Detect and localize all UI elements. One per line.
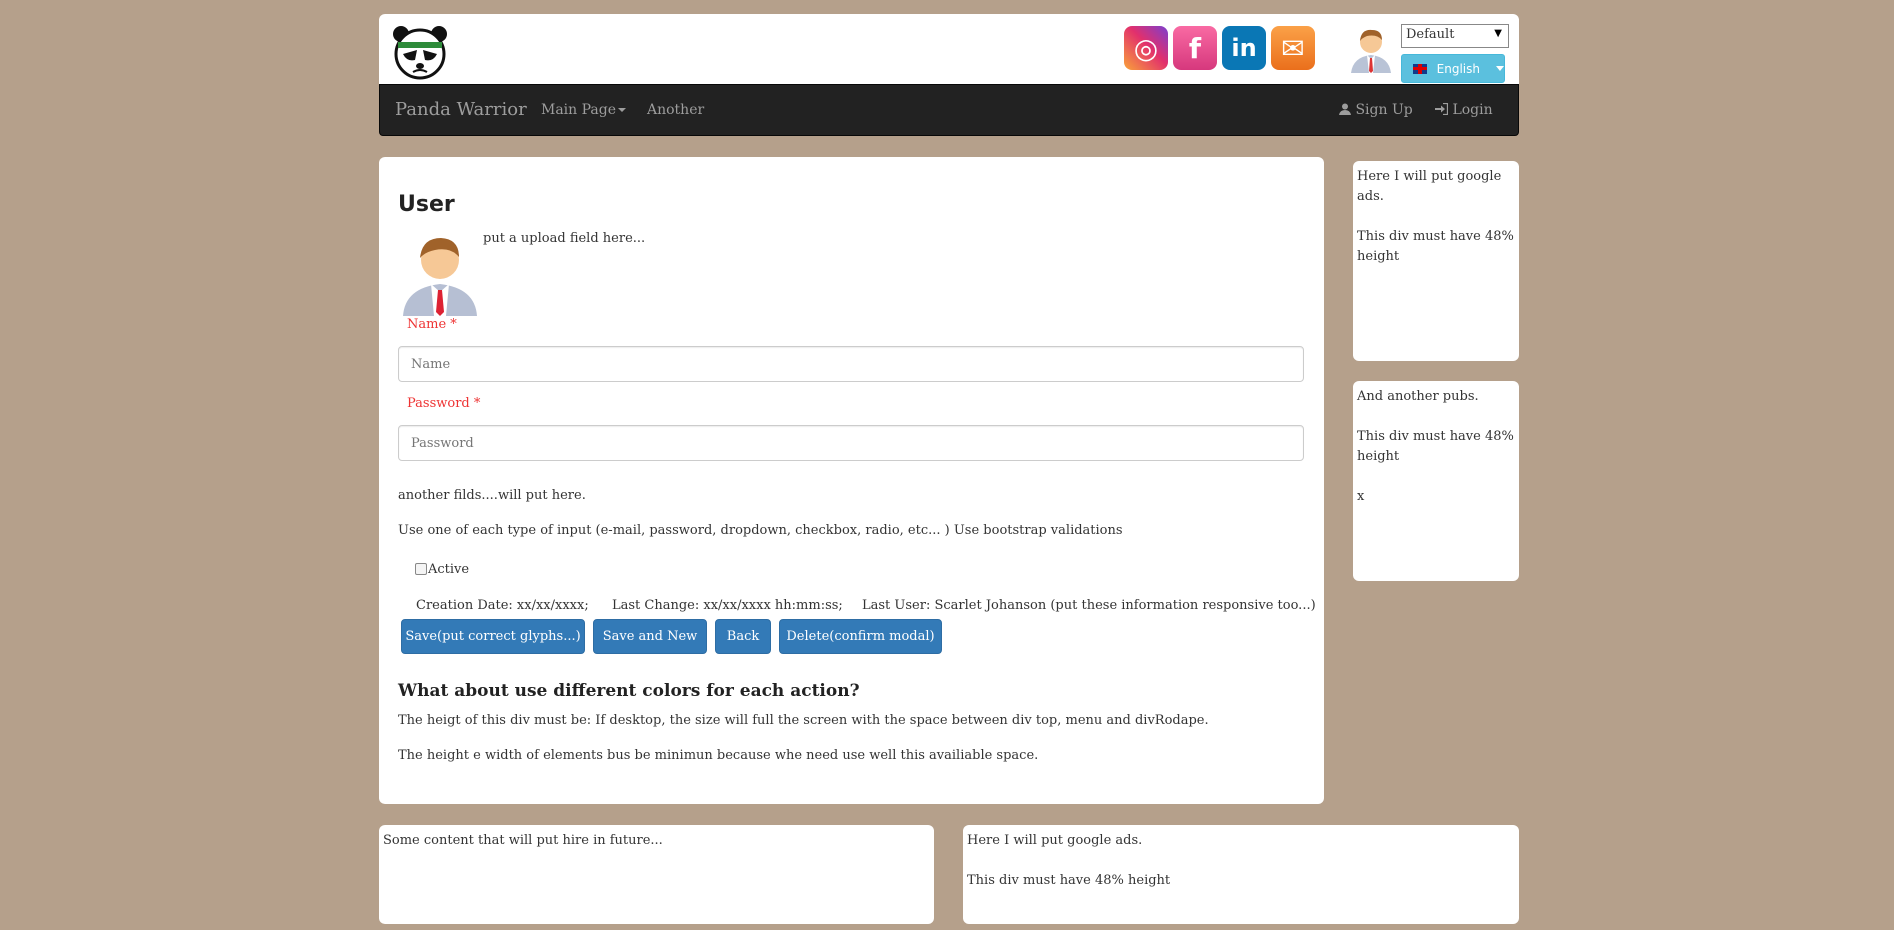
ad-text: This div must have 48% height bbox=[1357, 429, 1514, 464]
nav-main-page-dropdown[interactable]: Main Page bbox=[541, 85, 627, 135]
ad-text: And another pubs. bbox=[1357, 389, 1479, 404]
uk-flag-icon bbox=[1413, 63, 1427, 74]
language-label: English bbox=[1436, 61, 1480, 76]
ad-text: x bbox=[1357, 489, 1365, 504]
user-photo-icon bbox=[401, 230, 479, 316]
upload-placeholder-text: put a upload field here... bbox=[483, 231, 646, 246]
active-checkbox[interactable] bbox=[415, 563, 427, 575]
user-icon bbox=[1339, 102, 1355, 118]
another-fields-note: another filds....will put here. bbox=[398, 488, 586, 503]
caret-down-icon bbox=[618, 108, 627, 112]
header: ◎ f in ✉ Default ▼ English bbox=[379, 14, 1519, 85]
ad-text: This div must have 48% height bbox=[967, 873, 1171, 888]
ad-text: Here I will put google ads. bbox=[1357, 169, 1502, 204]
nav-another-link[interactable]: Another bbox=[647, 85, 704, 135]
nav-login-link[interactable]: Login bbox=[1435, 85, 1493, 135]
save-button[interactable]: Save(put correct glyphs...) bbox=[401, 619, 585, 654]
save-and-new-button[interactable]: Save and New bbox=[593, 619, 707, 654]
ad-box-right-bottom: And another pubs. This div must have 48%… bbox=[1353, 381, 1519, 581]
language-dropdown-button[interactable]: English bbox=[1401, 54, 1505, 83]
section-heading: What about use different colors for each… bbox=[398, 681, 860, 701]
ad-box-right-top: Here I will put google ads. This div mus… bbox=[1353, 161, 1519, 361]
nav-sign-up-link[interactable]: Sign Up bbox=[1339, 85, 1413, 135]
last-change: Last Change: xx/xx/xxxx hh:mm:ss; bbox=[612, 598, 843, 613]
ad-text: This div must have 48% height bbox=[1357, 229, 1514, 264]
height-note: The heigt of this div must be: If deskto… bbox=[398, 713, 1209, 728]
delete-button[interactable]: Delete(confirm modal) bbox=[779, 619, 942, 654]
back-button[interactable]: Back bbox=[715, 619, 771, 654]
nav-main-page-label: Main Page bbox=[541, 102, 617, 118]
ad-text: Here I will put google ads. bbox=[967, 833, 1143, 848]
navbar-brand[interactable]: Panda Warrior bbox=[395, 85, 527, 135]
user-avatar-icon[interactable] bbox=[1349, 25, 1393, 73]
creation-date: Creation Date: xx/xx/xxxx; bbox=[416, 598, 589, 613]
navbar: Panda Warrior Main Page Another Sign Up … bbox=[379, 84, 1519, 136]
page-title: User bbox=[398, 192, 455, 217]
caret-down-icon bbox=[1496, 66, 1504, 71]
input-types-note: Use one of each type of input (e-mail, p… bbox=[398, 523, 1123, 538]
last-user: Last User: Scarlet Johanson (put these i… bbox=[862, 598, 1316, 613]
select-arrow-icon: ▼ bbox=[1494, 28, 1502, 39]
password-input[interactable] bbox=[398, 425, 1304, 461]
name-label: Name * bbox=[407, 317, 457, 332]
login-icon bbox=[1435, 102, 1452, 118]
user-form-panel: User put a upload field here... Name * P… bbox=[379, 157, 1324, 804]
theme-select-value: Default bbox=[1406, 27, 1455, 42]
password-label: Password * bbox=[407, 396, 481, 411]
theme-select[interactable]: Default ▼ bbox=[1401, 24, 1509, 48]
active-label[interactable]: Active bbox=[428, 562, 469, 577]
facebook-icon[interactable]: f bbox=[1173, 26, 1217, 70]
size-note: The height e width of elements bus be mi… bbox=[398, 748, 1039, 763]
linkedin-icon[interactable]: in bbox=[1222, 26, 1266, 70]
panda-logo-icon[interactable] bbox=[391, 24, 449, 80]
footer-ad-box: Here I will put google ads. This div mus… bbox=[963, 825, 1519, 924]
footer-text: Some content that will put hire in futur… bbox=[383, 833, 663, 848]
instagram-icon[interactable]: ◎ bbox=[1124, 26, 1168, 70]
footer-content-box: Some content that will put hire in futur… bbox=[379, 825, 934, 924]
sign-up-label: Sign Up bbox=[1355, 102, 1413, 118]
name-input[interactable] bbox=[398, 346, 1304, 382]
mail-icon[interactable]: ✉ bbox=[1271, 26, 1315, 70]
login-label: Login bbox=[1452, 102, 1493, 118]
